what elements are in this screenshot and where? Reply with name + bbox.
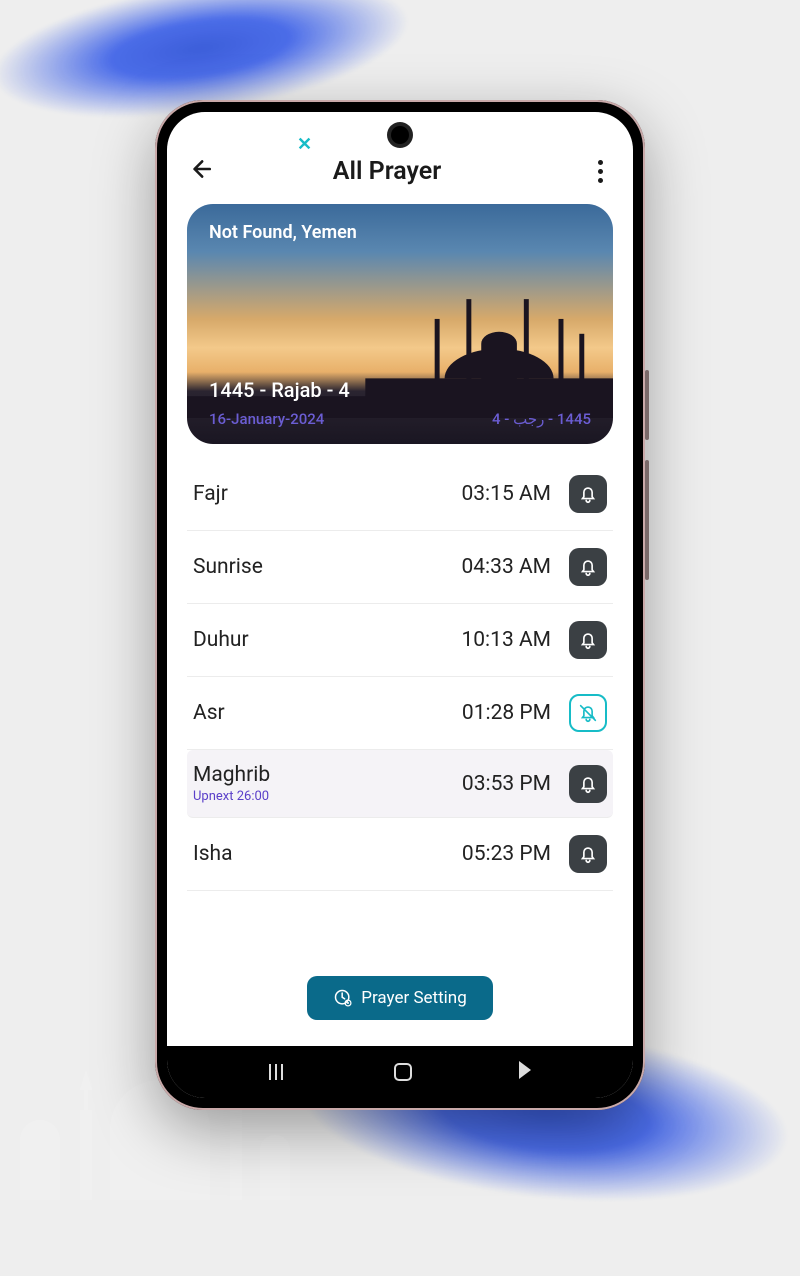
prayer-name: Isha xyxy=(193,842,450,866)
prayer-name: Sunrise xyxy=(193,555,449,579)
bell-icon xyxy=(577,843,599,865)
bell-toggle-on[interactable] xyxy=(569,475,607,513)
prayer-setting-button[interactable]: Prayer Setting xyxy=(307,976,493,1020)
nav-home-button[interactable] xyxy=(394,1063,412,1081)
camera-punch-hole xyxy=(391,126,409,144)
bell-toggle-on[interactable] xyxy=(569,621,607,659)
prayer-name: Fajr xyxy=(193,482,449,506)
more-menu-button[interactable] xyxy=(587,158,613,184)
prayer-list: Fajr 03:15 AM Sunrise 04:33 AM Duhur 10:13 AM… xyxy=(167,458,633,952)
nav-recent-button[interactable] xyxy=(269,1064,289,1080)
prayer-name: Maghrib xyxy=(193,763,450,787)
prayer-time: 03:53 PM xyxy=(462,772,551,796)
android-navbar xyxy=(167,1046,633,1098)
prayer-time: 03:15 AM xyxy=(461,482,551,506)
prayer-row: Maghrib Upnext 26:00 03:53 PM xyxy=(187,750,613,818)
setting-button-label: Prayer Setting xyxy=(361,988,467,1008)
phone-screen: ✕ All Prayer xyxy=(167,112,633,1098)
prayer-upnext: Upnext 26:00 xyxy=(193,789,450,804)
bell-off-icon xyxy=(577,702,599,724)
bell-toggle-on[interactable] xyxy=(569,548,607,586)
bell-toggle-on[interactable] xyxy=(569,765,607,803)
hero-card: Not Found, Yemen 1445 - Rajab - 4 16-Jan… xyxy=(187,204,613,444)
clock-gear-icon xyxy=(333,988,353,1008)
bell-toggle-on[interactable] xyxy=(569,835,607,873)
phone-side-button xyxy=(645,460,649,580)
nav-back-button[interactable] xyxy=(517,1061,531,1083)
hijri-date: 1445 - Rajab - 4 xyxy=(209,378,350,402)
bell-icon xyxy=(577,629,599,651)
gregorian-date: 16-January-2024 xyxy=(209,410,324,428)
prayer-time: 10:13 AM xyxy=(461,628,551,652)
bell-icon xyxy=(577,483,599,505)
phone-frame: ✕ All Prayer xyxy=(155,100,645,1110)
prayer-row: Asr 01:28 PM xyxy=(187,677,613,750)
prayer-row: Sunrise 04:33 AM xyxy=(187,531,613,604)
footer-area: Prayer Setting xyxy=(167,952,633,1046)
prayer-name: Asr xyxy=(193,701,450,725)
prayer-row: Fajr 03:15 AM xyxy=(187,458,613,531)
bell-toggle-off[interactable] xyxy=(569,694,607,732)
bell-icon xyxy=(577,556,599,578)
page-title: All Prayer xyxy=(201,157,573,186)
prayer-name: Duhur xyxy=(193,628,449,652)
location-label: Not Found, Yemen xyxy=(209,222,357,243)
bell-icon xyxy=(577,773,599,795)
prayer-time: 04:33 AM xyxy=(461,555,551,579)
arabic-date: 1445 - رجب - 4 xyxy=(492,410,591,428)
prayer-row: Isha 05:23 PM xyxy=(187,818,613,891)
prayer-time: 05:23 PM xyxy=(462,842,551,866)
app-bar: All Prayer xyxy=(167,112,633,196)
phone-side-button xyxy=(645,370,649,440)
close-icon[interactable]: ✕ xyxy=(297,134,312,155)
prayer-row: Duhur 10:13 AM xyxy=(187,604,613,677)
prayer-time: 01:28 PM xyxy=(462,701,551,725)
